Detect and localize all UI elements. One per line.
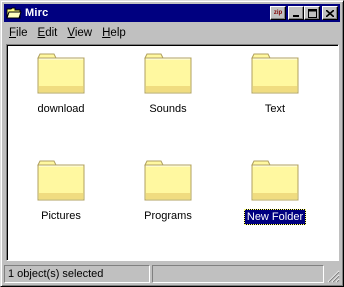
folder-icon (144, 53, 192, 94)
minimize-icon (293, 15, 299, 17)
folder-item-programs[interactable]: Programs (123, 159, 213, 223)
close-button[interactable] (322, 6, 338, 20)
folder-label: download (37, 103, 85, 115)
title-bar[interactable]: Mirc zip (4, 4, 340, 22)
resize-grip-icon[interactable] (327, 270, 340, 283)
folder-label: Sounds (149, 103, 187, 115)
folder-icon (251, 53, 299, 94)
status-text: 1 object(s) selected (4, 265, 150, 283)
window-title: Mirc (25, 7, 49, 19)
folder-label: Text (264, 103, 286, 115)
folder-open-icon (6, 5, 22, 21)
folder-icon (37, 53, 85, 94)
folder-item-new-folder[interactable]: New Folder (230, 159, 320, 225)
menu-view-rest: iew (74, 26, 93, 39)
folder-label: Pictures (41, 210, 81, 222)
folder-view[interactable]: download Sounds Text Pictures Programs N… (6, 44, 339, 261)
menu-view[interactable]: View (62, 27, 97, 39)
menu-file-accel: F (9, 26, 17, 39)
explorer-window: Mirc zip File Edit View Help download So… (0, 0, 344, 287)
close-icon (326, 9, 334, 17)
menu-edit[interactable]: Edit (33, 27, 63, 39)
folder-item-download[interactable]: download (16, 52, 106, 116)
folder-label: Programs (144, 210, 192, 222)
menu-view-accel: V (67, 26, 75, 39)
title-buttons: zip (270, 6, 338, 20)
folder-icon (144, 160, 192, 201)
folder-item-pictures[interactable]: Pictures (16, 159, 106, 223)
folder-icon (37, 160, 85, 201)
status-bar: 1 object(s) selected (4, 265, 340, 283)
folder-rename-field[interactable]: New Folder (243, 209, 307, 225)
maximize-button[interactable] (304, 6, 320, 20)
menu-bar: File Edit View Help (4, 23, 340, 42)
menu-edit-rest: dit (45, 26, 58, 39)
menu-file-rest: ile (16, 26, 28, 39)
minimize-button[interactable] (288, 6, 304, 20)
menu-help-rest: elp (110, 26, 126, 39)
maximize-icon (307, 8, 317, 18)
menu-file[interactable]: File (4, 27, 33, 39)
folder-item-sounds[interactable]: Sounds (123, 52, 213, 116)
folder-item-text[interactable]: Text (230, 52, 320, 116)
status-panel (152, 265, 324, 283)
folder-icon (251, 160, 299, 201)
zip-button[interactable]: zip (270, 6, 286, 20)
menu-help[interactable]: Help (97, 27, 131, 39)
